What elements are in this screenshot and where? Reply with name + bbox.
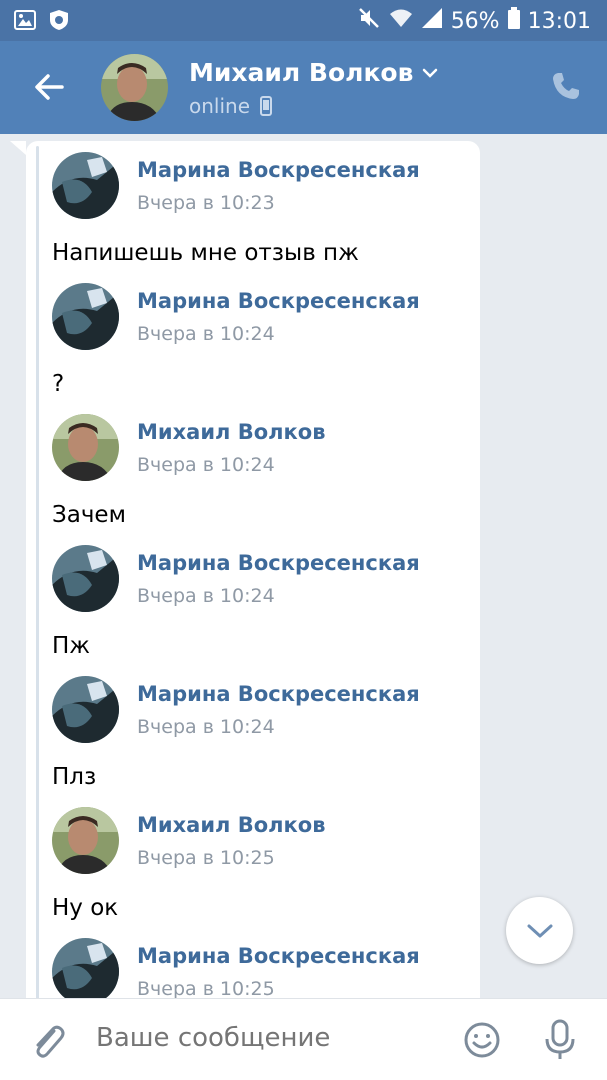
sender-avatar[interactable] (52, 414, 119, 481)
sender-name[interactable]: Михаил Волков (137, 813, 326, 837)
paperclip-icon[interactable] (28, 1021, 68, 1061)
sender-name[interactable]: Марина Воскресенская (137, 682, 420, 706)
sender-avatar[interactable] (52, 545, 119, 612)
contact-name[interactable]: Михаил Волков (189, 58, 439, 87)
back-arrow-icon[interactable] (30, 67, 70, 107)
message-time: Вчера в 10:24 (137, 716, 275, 738)
contact-avatar[interactable] (101, 54, 168, 121)
message-time: Вчера в 10:24 (137, 585, 275, 607)
message-time: Вчера в 10:23 (137, 192, 275, 214)
clock: 13:01 (527, 8, 591, 34)
sender-name[interactable]: Марина Воскресенская (137, 944, 420, 968)
message-text: ? (52, 371, 65, 397)
sender-name[interactable]: Марина Воскресенская (137, 289, 420, 313)
sender-avatar[interactable] (52, 283, 119, 350)
battery-percent: 56% (450, 8, 500, 34)
chat-area[interactable]: Марина Воскресенская Вчера в 10:23 Напиш… (0, 134, 607, 998)
chevron-down-icon (527, 924, 552, 937)
message-input[interactable] (96, 1023, 436, 1053)
sender-name[interactable]: Марина Воскресенская (137, 551, 420, 575)
message-text: Ну ок (52, 895, 119, 921)
online-status: online (189, 94, 251, 118)
mobile-icon (260, 96, 273, 116)
sender-avatar[interactable] (52, 676, 119, 743)
microphone-icon[interactable] (542, 1019, 578, 1061)
message-composer (0, 998, 607, 1080)
chat-header: Михаил Волков online (0, 41, 607, 134)
message-time: Вчера в 10:25 (137, 847, 275, 869)
message-time: Вчера в 10:24 (137, 323, 275, 345)
forward-quote-bar (36, 146, 39, 998)
sender-avatar[interactable] (52, 152, 119, 219)
contact-status: online (189, 94, 273, 118)
message-time: Вчера в 10:24 (137, 454, 275, 476)
scroll-down-button[interactable] (506, 897, 573, 964)
battery-icon (507, 7, 520, 35)
wifi-icon (389, 7, 413, 35)
message-text: Напишешь мне отзыв пж (52, 240, 359, 266)
message-text: Пж (52, 633, 91, 659)
status-bar: 56% 13:01 (0, 0, 607, 41)
sender-name[interactable]: Марина Воскресенская (137, 158, 420, 182)
emoji-icon[interactable] (463, 1021, 501, 1059)
message-text: Зачем (52, 502, 126, 528)
message-text: Плз (52, 764, 97, 790)
sender-avatar[interactable] (52, 938, 119, 998)
phone-call-icon[interactable] (551, 71, 581, 101)
signal-icon (421, 7, 443, 35)
sender-avatar[interactable] (52, 807, 119, 874)
contact-name-text: Михаил Волков (189, 58, 414, 87)
bubble-tail (10, 141, 26, 155)
gallery-notification-icon (14, 10, 36, 34)
chevron-down-icon (423, 68, 438, 78)
mute-icon (357, 6, 381, 36)
shield-notification-icon (48, 9, 70, 35)
sender-name[interactable]: Михаил Волков (137, 420, 326, 444)
message-time: Вчера в 10:25 (137, 978, 275, 998)
